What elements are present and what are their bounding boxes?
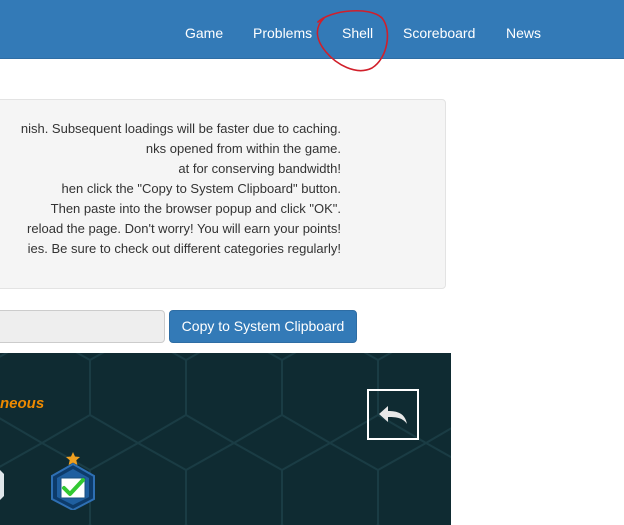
instruction-line: at for conserving bandwidth! bbox=[178, 161, 341, 176]
instructions-panel: nish. Subsequent loadings will be faster… bbox=[0, 99, 446, 289]
instruction-line: nish. Subsequent loadings will be faster… bbox=[20, 121, 341, 136]
instruction-line: Then paste into the browser popup and cl… bbox=[50, 201, 341, 216]
nav-scoreboard[interactable]: Scoreboard bbox=[403, 0, 475, 59]
game-panel: neous bbox=[0, 353, 451, 525]
instruction-line: reload the page. Don't worry! You will e… bbox=[27, 221, 341, 236]
instruction-line: ies. Be sure to check out different cate… bbox=[27, 241, 341, 256]
nav-game[interactable]: Game bbox=[185, 0, 223, 59]
back-arrow-icon bbox=[379, 406, 407, 424]
instruction-line: nks opened from within the game. bbox=[145, 141, 341, 156]
clipboard-text-field[interactable] bbox=[0, 310, 165, 343]
copy-to-clipboard-button[interactable]: Copy to System Clipboard bbox=[169, 310, 357, 343]
nav-shell[interactable]: Shell bbox=[342, 0, 373, 59]
partial-badge bbox=[0, 470, 6, 500]
nav-news[interactable]: News bbox=[506, 0, 541, 59]
top-navbar: Game Problems Shell Scoreboard News bbox=[0, 0, 624, 59]
back-button[interactable] bbox=[367, 389, 419, 440]
checkmark-badge-icon[interactable] bbox=[50, 452, 96, 512]
nav-problems[interactable]: Problems bbox=[253, 0, 312, 59]
instruction-line: hen click the "Copy to System Clipboard"… bbox=[61, 181, 341, 196]
game-title-text: neous bbox=[0, 395, 45, 412]
